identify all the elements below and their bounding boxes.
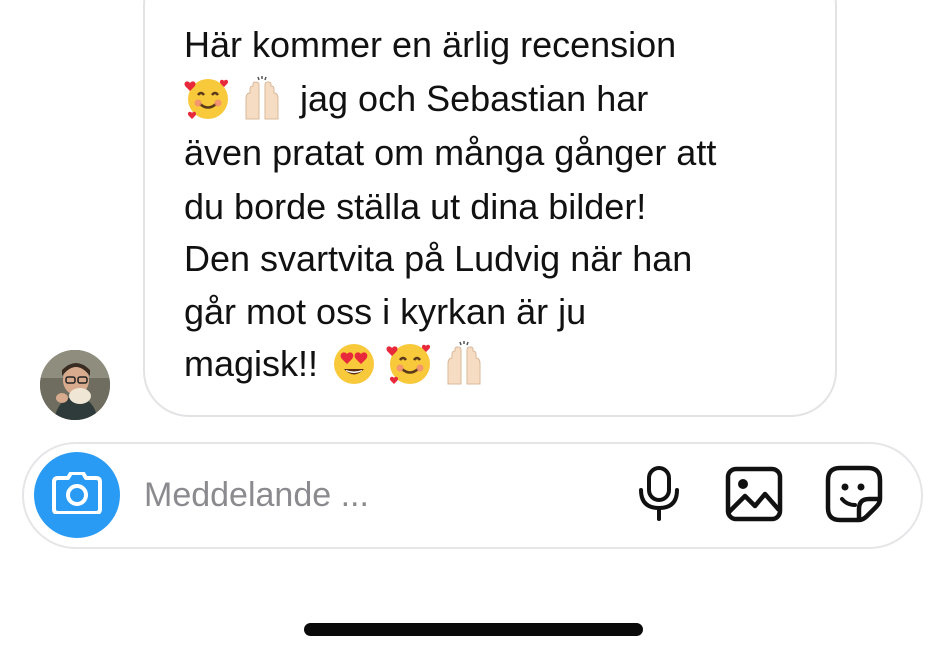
microphone-button[interactable] [627, 464, 691, 528]
raising-hands-icon [440, 340, 488, 388]
heart-eyes-icon [330, 340, 378, 388]
gallery-button[interactable] [722, 464, 786, 528]
message-line-5: Den svartvita på Ludvig när han [184, 238, 693, 279]
smiling-face-with-hearts-icon [386, 340, 434, 388]
message-input[interactable]: Meddelande ... [144, 472, 369, 518]
message-line-3: även pratat om många gånger att [184, 132, 717, 173]
microphone-icon [637, 465, 681, 527]
message-line-4: du borde ställa ut dina bilder! [184, 186, 647, 227]
home-indicator[interactable] [304, 623, 643, 636]
message-line-7-text: magisk!! [184, 343, 319, 384]
message-line-2: jag och Sebastian har [184, 76, 648, 122]
message-line-6: går mot oss i kyrkan är ju [184, 291, 587, 332]
message-line-7: magisk!! [184, 341, 488, 387]
camera-icon [52, 470, 102, 519]
raising-hands-icon [238, 75, 286, 123]
sender-avatar[interactable] [40, 350, 110, 420]
message-line-1: Här kommer en ärlig recension [184, 24, 677, 65]
gallery-icon [725, 466, 783, 527]
smiling-face-with-hearts-icon [184, 75, 232, 123]
message-line-2-text: jag och Sebastian har [300, 78, 649, 119]
sticker-icon [825, 465, 883, 528]
sticker-button[interactable] [822, 464, 886, 528]
camera-button[interactable] [34, 452, 120, 538]
